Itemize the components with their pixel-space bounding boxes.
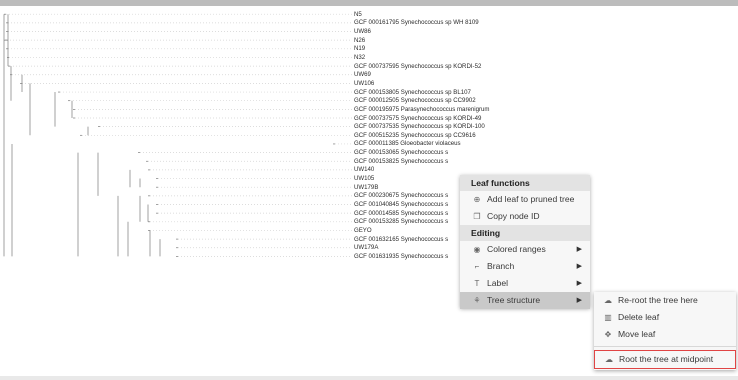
tree-structure-item[interactable]: ⚘ Tree structure ▶ — [460, 292, 590, 309]
leaf-label[interactable]: N26 — [354, 36, 365, 45]
chevron-right-icon: ▶ — [576, 280, 582, 287]
leaf-label[interactable]: GCF 001040845 Synechococcus s — [354, 200, 448, 209]
context-menu: Leaf functions ⊕ Add leaf to pruned tree… — [460, 175, 590, 309]
leaf-label[interactable]: GCF 000153285 Synechococcus s — [354, 217, 448, 226]
leaf-label[interactable]: N32 — [354, 53, 365, 62]
text-label-icon: T — [474, 279, 480, 288]
move-leaf-item[interactable]: ✥ Move leaf — [594, 326, 736, 343]
copy-node-id-label: Copy node ID — [487, 211, 540, 221]
leaf-label[interactable]: GCF 000014585 Synechococcus s — [354, 209, 448, 218]
tree-icon: ☁ — [605, 355, 613, 364]
leaf-label[interactable]: GCF 000737595 Synechococcus sp KORDI-52 — [354, 62, 481, 71]
reroot-here-item[interactable]: ☁ Re-root the tree here — [594, 292, 736, 309]
leaf-label[interactable]: GCF 000195975 Parasynechococcus marenigr… — [354, 105, 490, 114]
leaf-label[interactable]: UW179B — [354, 183, 378, 192]
root-at-midpoint-item[interactable]: ☁ Root the tree at midpoint — [594, 350, 736, 369]
copy-icon: ❐ — [473, 212, 481, 221]
leaf-label[interactable]: UW179A — [354, 243, 378, 252]
leaf-label[interactable]: GCF 000230675 Synechococcus s — [354, 191, 448, 200]
colored-ranges-item[interactable]: ◉ Colored ranges ▶ — [460, 241, 590, 258]
branch-icon: ⌐ — [474, 262, 480, 271]
branch-item[interactable]: ⌐ Branch ▶ — [460, 258, 590, 275]
leaf-label[interactable]: GCF 000515235 Synechococcus sp CC9616 — [354, 131, 476, 140]
tree-icon: ⚘ — [473, 296, 481, 305]
leaf-label[interactable]: UW106 — [354, 79, 374, 88]
tree-structure-label: Tree structure — [487, 295, 541, 305]
move-leaf-label: Move leaf — [618, 329, 656, 339]
leaf-label[interactable]: GCF 000011385 Gloeobacter violaceus — [354, 139, 461, 148]
leaf-label[interactable]: GCF 000153805 Synechococcus sp BL107 — [354, 88, 471, 97]
leaf-functions-header: Leaf functions — [460, 175, 590, 191]
chevron-right-icon: ▶ — [576, 297, 582, 304]
branch-label: Branch — [487, 261, 515, 271]
label-item[interactable]: T Label ▶ — [460, 275, 590, 292]
copy-node-id-item[interactable]: ❐ Copy node ID — [460, 208, 590, 225]
move-arrows-icon: ✥ — [604, 330, 612, 339]
leaf-label[interactable]: GCF 000161795 Synechococcus sp WH 8109 — [354, 18, 479, 27]
tree-structure-submenu: ☁ Re-root the tree here ▥ Delete leaf ✥ … — [594, 292, 736, 370]
leaf-label[interactable]: GCF 000012505 Synechococcus sp CC9902 — [354, 96, 476, 105]
leaf-label[interactable]: UW105 — [354, 174, 374, 183]
leaf-label[interactable]: GCF 000153825 Synechococcus s — [354, 157, 448, 166]
delete-leaf-item[interactable]: ▥ Delete leaf — [594, 309, 736, 326]
leaf-label[interactable]: GCF 001631935 Synechococcus s — [354, 252, 448, 261]
leaf-label[interactable]: GCF 001632165 Synechococcus s — [354, 235, 448, 244]
chevron-right-icon: ▶ — [576, 246, 582, 253]
leaf-label[interactable]: UW69 — [354, 70, 371, 79]
add-leaf-label: Add leaf to pruned tree — [487, 194, 575, 204]
leaf-label[interactable]: UW140 — [354, 165, 374, 174]
palette-icon: ◉ — [473, 245, 481, 254]
root-midpoint-label: Root the tree at midpoint — [619, 354, 714, 364]
leaf-label[interactable]: GCF 000737535 Synechococcus sp KORDI-100 — [354, 122, 485, 131]
label-label: Label — [487, 278, 509, 288]
leaf-label[interactable]: N5 — [354, 10, 362, 19]
plus-circle-icon: ⊕ — [473, 195, 481, 204]
bottom-scrollbar[interactable] — [0, 376, 738, 380]
leaf-label[interactable]: N19 — [354, 44, 365, 53]
editing-header: Editing — [460, 225, 590, 241]
add-leaf-to-pruned-tree-item[interactable]: ⊕ Add leaf to pruned tree — [460, 191, 590, 208]
delete-leaf-label: Delete leaf — [618, 312, 660, 322]
reroot-label: Re-root the tree here — [618, 295, 698, 305]
leaf-label[interactable]: GCF 000737575 Synechococcus sp KORDI-49 — [354, 114, 481, 123]
colored-ranges-label: Colored ranges — [487, 244, 546, 254]
chevron-right-icon: ▶ — [576, 263, 582, 270]
leaf-label[interactable]: UW86 — [354, 27, 371, 36]
leaf-label[interactable]: GEYO — [354, 226, 372, 235]
trash-icon: ▥ — [604, 313, 612, 322]
menu-divider — [594, 346, 736, 347]
leaf-label[interactable]: GCF 000153065 Synechococcus s — [354, 148, 448, 157]
tree-icon: ☁ — [604, 296, 612, 305]
